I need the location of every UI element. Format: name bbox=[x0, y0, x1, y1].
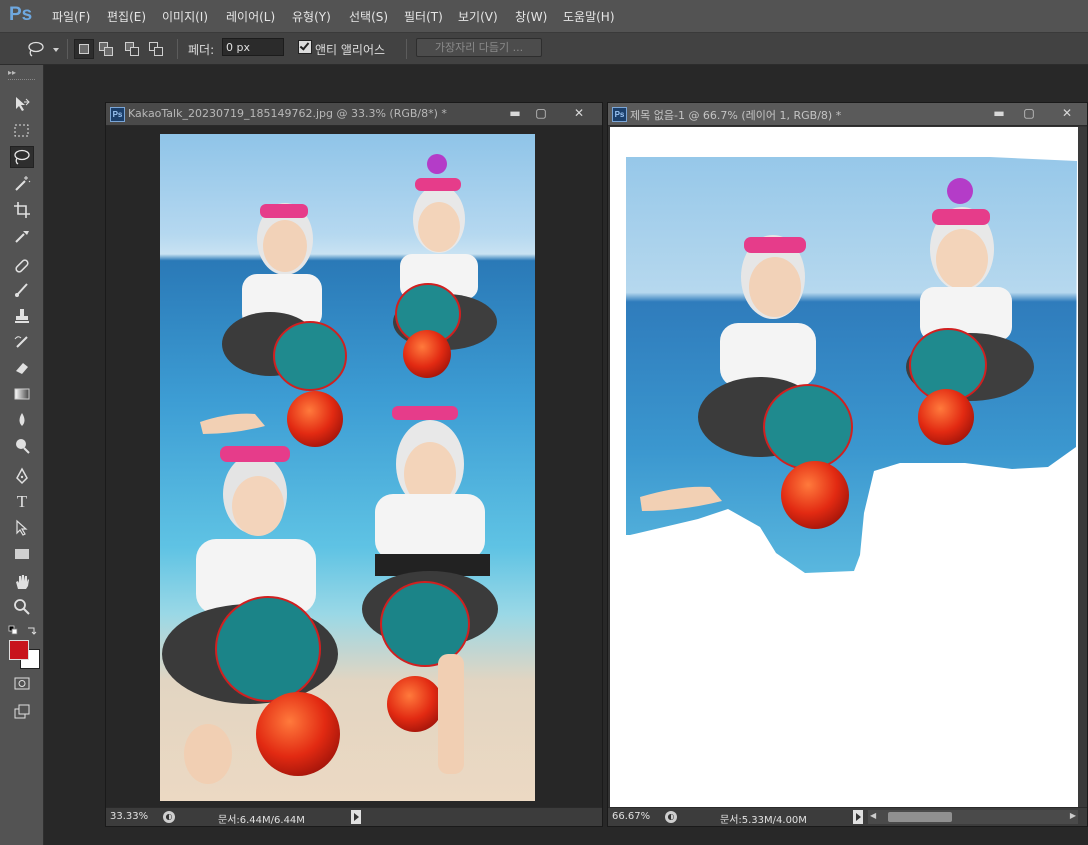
path-selection-tool-icon[interactable] bbox=[10, 517, 34, 539]
close-icon[interactable]: ✕ bbox=[570, 105, 588, 121]
blur-tool-icon[interactable] bbox=[10, 409, 34, 431]
antialias-label: 앤티 앨리어스 bbox=[315, 43, 386, 57]
antialias-checkbox[interactable] bbox=[298, 40, 312, 54]
scroll-left-icon[interactable]: ◀ bbox=[870, 811, 876, 820]
status-menu-arrow-icon[interactable] bbox=[351, 810, 361, 824]
menu-bar: Ps 파일(F) 편집(E) 이미지(I) 레이어(L) 유형(Y) 선택(S)… bbox=[0, 0, 1088, 33]
status-preview-icon[interactable]: ◐ bbox=[665, 811, 677, 823]
horizontal-scroll-thumb[interactable] bbox=[888, 812, 952, 822]
screen-mode-icon[interactable] bbox=[10, 701, 34, 723]
close-icon[interactable]: ✕ bbox=[1058, 105, 1076, 121]
menu-select[interactable]: 선택(S) bbox=[349, 8, 388, 25]
refine-edge-button[interactable]: 가장자리 다듬기 ... bbox=[416, 38, 542, 57]
maximize-icon[interactable]: ▢ bbox=[1020, 105, 1038, 121]
subtract-selection-icon[interactable] bbox=[122, 39, 142, 59]
menu-filter[interactable]: 필터(T) bbox=[404, 8, 443, 25]
menu-type[interactable]: 유형(Y) bbox=[292, 8, 331, 25]
babies-photo bbox=[162, 154, 498, 784]
document-window-1[interactable]: Ps KakaoTalk_20230719_185149762.jpg @ 33… bbox=[105, 102, 603, 827]
status-preview-icon[interactable]: ◐ bbox=[163, 811, 175, 823]
brush-tool-icon[interactable] bbox=[10, 279, 34, 301]
document-1-title: KakaoTalk_20230719_185149762.jpg @ 33.3%… bbox=[128, 107, 447, 120]
document-1-status-bar: 33.33% ◐ 문서:6.44M/6.44M bbox=[106, 807, 602, 826]
document-2-size-info: 문서:5.33M/4.00M bbox=[720, 815, 807, 826]
crop-tool-icon[interactable] bbox=[10, 199, 34, 221]
type-tool-icon[interactable]: T bbox=[10, 491, 34, 513]
panel-collapse-icon[interactable]: ▸▸ bbox=[8, 68, 16, 77]
menu-image[interactable]: 이미지(I) bbox=[162, 8, 208, 25]
document-2-titlebar[interactable]: Ps 제목 없음-1 @ 66.7% (레이어 1, RGB/8) * ▬ ▢ … bbox=[608, 103, 1087, 126]
eraser-tool-icon[interactable] bbox=[10, 357, 34, 379]
ps-document-icon: Ps bbox=[612, 107, 627, 122]
gradient-tool-icon[interactable] bbox=[10, 383, 34, 405]
document-2-status-bar: 66.67% ◐ 문서:5.33M/4.00M ◀ ▶ bbox=[608, 807, 1087, 826]
add-selection-icon[interactable] bbox=[96, 39, 116, 59]
document-2-title: 제목 없음-1 @ 66.7% (레이어 1, RGB/8) * bbox=[630, 109, 842, 122]
marquee-tool-icon[interactable] bbox=[10, 120, 34, 142]
tools-panel: ▸▸ T bbox=[0, 65, 44, 845]
pasted-layer-image bbox=[626, 157, 1077, 573]
options-bar: 페더: 앤티 앨리어스 bbox=[0, 33, 1088, 65]
scroll-right-icon[interactable]: ▶ bbox=[1070, 811, 1076, 820]
magic-wand-tool-icon[interactable] bbox=[10, 173, 34, 195]
intersect-selection-icon[interactable] bbox=[146, 39, 166, 59]
lasso-preset-icon[interactable] bbox=[26, 40, 60, 58]
new-selection-icon[interactable] bbox=[74, 39, 94, 59]
maximize-icon[interactable]: ▢ bbox=[532, 105, 550, 121]
minimize-icon[interactable]: ▬ bbox=[506, 105, 524, 121]
healing-brush-tool-icon[interactable] bbox=[10, 255, 34, 277]
source-photo[interactable] bbox=[160, 134, 535, 801]
history-brush-tool-icon[interactable] bbox=[10, 331, 34, 353]
lasso-tool-icon[interactable] bbox=[10, 146, 34, 168]
clone-stamp-tool-icon[interactable] bbox=[10, 305, 34, 327]
document-window-2[interactable]: Ps 제목 없음-1 @ 66.7% (레이어 1, RGB/8) * ▬ ▢ … bbox=[607, 102, 1088, 827]
hand-tool-icon[interactable] bbox=[10, 571, 34, 593]
document-1-zoom[interactable]: 33.33% bbox=[110, 811, 148, 822]
document-1-canvas-area[interactable] bbox=[106, 126, 602, 807]
eyedropper-tool-icon[interactable] bbox=[10, 225, 34, 247]
feather-label: 페더: bbox=[188, 43, 215, 57]
menu-view[interactable]: 보기(V) bbox=[458, 8, 498, 25]
document-1-size-info: 문서:6.44M/6.44M bbox=[218, 815, 305, 826]
status-menu-arrow-icon[interactable] bbox=[853, 810, 863, 824]
horizontal-scrollbar[interactable]: ◀ ▶ bbox=[868, 810, 1078, 824]
document-1-titlebar[interactable]: Ps KakaoTalk_20230719_185149762.jpg @ 33… bbox=[106, 103, 602, 126]
rectangle-tool-icon[interactable] bbox=[10, 543, 34, 565]
feather-input[interactable] bbox=[222, 38, 284, 56]
document-2-vertical-gutter bbox=[1078, 127, 1087, 811]
quick-mask-icon[interactable] bbox=[10, 673, 34, 695]
menu-layer[interactable]: 레이어(L) bbox=[226, 8, 275, 25]
foreground-color-swatch[interactable] bbox=[9, 640, 29, 660]
menu-file[interactable]: 파일(F) bbox=[52, 8, 90, 25]
zoom-tool-icon[interactable] bbox=[10, 596, 34, 618]
menu-edit[interactable]: 편집(E) bbox=[107, 8, 146, 25]
panel-grip[interactable] bbox=[8, 79, 35, 82]
photoshop-logo: Ps bbox=[9, 4, 33, 25]
document-2-zoom[interactable]: 66.67% bbox=[612, 811, 650, 822]
ps-document-icon: Ps bbox=[110, 107, 125, 122]
dodge-tool-icon[interactable] bbox=[10, 435, 34, 457]
menu-help[interactable]: 도움말(H) bbox=[563, 8, 615, 25]
pen-tool-icon[interactable] bbox=[10, 465, 34, 487]
default-colors-icon[interactable] bbox=[8, 625, 38, 637]
document-2-canvas[interactable] bbox=[610, 127, 1078, 811]
menu-window[interactable]: 창(W) bbox=[515, 8, 547, 25]
minimize-icon[interactable]: ▬ bbox=[990, 105, 1008, 121]
move-tool-icon[interactable] bbox=[10, 93, 34, 115]
